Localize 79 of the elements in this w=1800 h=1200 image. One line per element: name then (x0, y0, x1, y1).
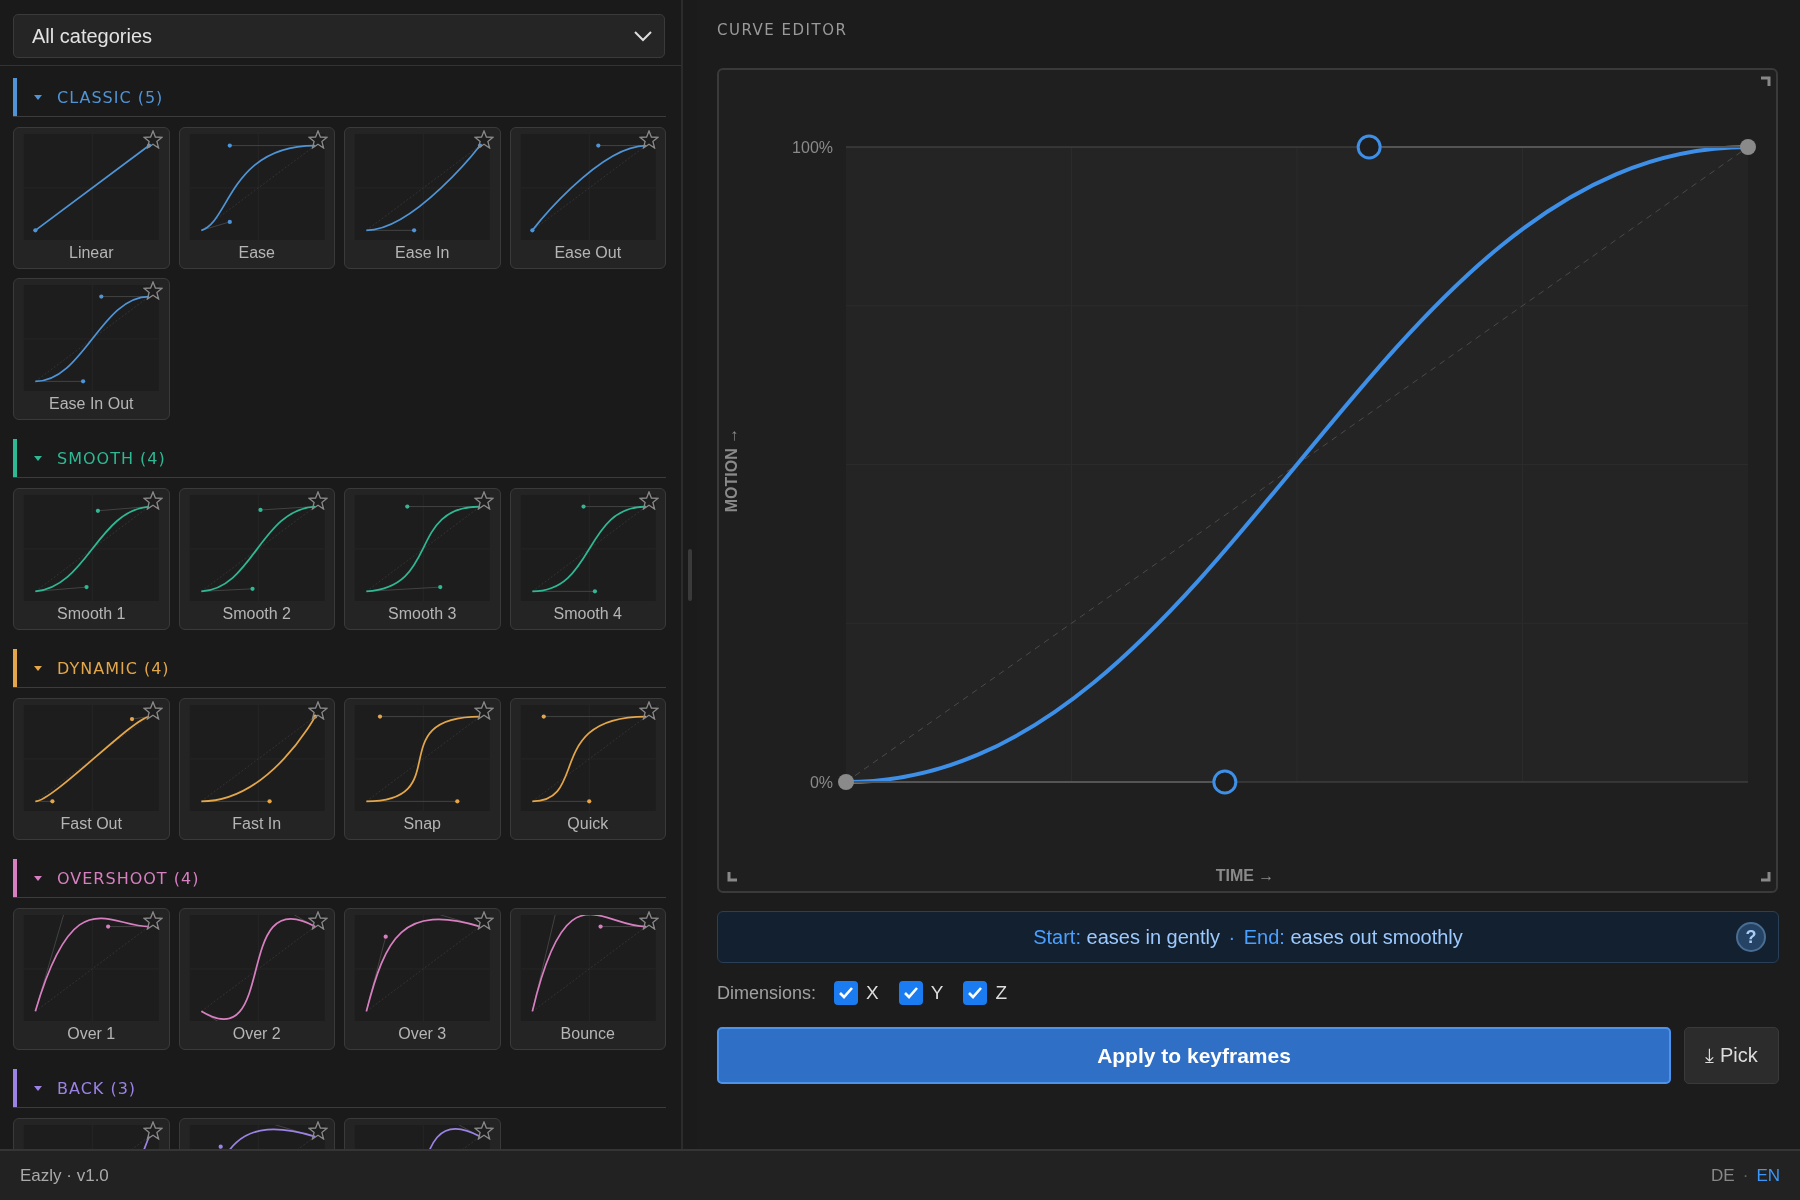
corner-mark (727, 872, 737, 882)
category-title: DYNAMIC (4) (57, 658, 170, 678)
preset-card[interactable]: Over 2 (178, 908, 335, 1050)
preset-card[interactable]: Over 1 (13, 908, 170, 1050)
star-icon[interactable] (473, 701, 494, 720)
star-icon[interactable] (473, 130, 494, 149)
star-icon[interactable] (142, 130, 163, 149)
category-header[interactable]: CLASSIC (5) (13, 78, 666, 117)
checkmark-icon (967, 986, 984, 1000)
star-icon[interactable] (308, 1121, 328, 1140)
axis-label: MOTION → (723, 427, 740, 513)
chevron-down-icon (634, 30, 652, 42)
axis-tick-label: 100% (792, 139, 833, 156)
curve-summary: Start: eases in gently · End: eases out smoothly (1033, 925, 1463, 949)
language-link[interactable]: EN (1756, 1165, 1780, 1186)
control-handle[interactable] (1356, 134, 1382, 160)
star-icon[interactable] (308, 911, 328, 930)
preset-card[interactable]: Bounce (509, 908, 666, 1050)
apply-button[interactable]: Apply to keyframes (717, 1027, 1671, 1084)
star-icon[interactable] (473, 1121, 494, 1140)
endpoint-dot (838, 774, 854, 790)
axis-tick-label: 0% (809, 774, 833, 791)
star-icon[interactable] (142, 1121, 163, 1140)
category-title: BACK (3) (57, 1078, 137, 1098)
preset-card[interactable]: Fast Out (13, 698, 170, 840)
corner-mark (1761, 872, 1771, 882)
star-icon[interactable] (639, 491, 659, 510)
star-icon[interactable] (142, 701, 163, 720)
app-version: Eazly · v1.0 (20, 1165, 109, 1186)
checkmark-icon (902, 986, 919, 1000)
star-icon[interactable] (142, 281, 163, 300)
preset-card[interactable]: Snap (344, 698, 501, 840)
pick-button[interactable]: ⤓ Pick (1684, 1027, 1779, 1084)
preset-card[interactable]: Linear (13, 127, 170, 269)
preset-card[interactable]: Fast In (178, 698, 335, 840)
checkbox-label: Y (930, 982, 944, 1004)
preset-card[interactable]: Quick (509, 698, 666, 840)
control-handle[interactable] (1212, 769, 1238, 795)
dimensions-label: Dimensions: (717, 982, 817, 1004)
category-title: OVERSHOOT (4) (57, 868, 200, 888)
endpoint-dot (1740, 139, 1756, 155)
category-header[interactable]: OVERSHOOT (4) (13, 859, 666, 898)
star-icon[interactable] (142, 911, 163, 930)
checkbox-label: X (866, 982, 879, 1004)
checkmark-icon (838, 986, 855, 1000)
category-header[interactable]: DYNAMIC (4) (13, 649, 666, 688)
preset-card[interactable]: Ease Out (509, 127, 666, 269)
preset-card[interactable]: Smooth 3 (344, 488, 501, 630)
star-icon[interactable] (308, 701, 328, 720)
preset-card[interactable]: Ease In (344, 127, 501, 269)
star-icon[interactable] (639, 130, 659, 149)
separator-dot: · (1742, 1165, 1749, 1186)
preset-card[interactable]: Smooth 4 (509, 488, 666, 630)
category-dropdown[interactable]: All categories (13, 14, 665, 58)
star-icon[interactable] (308, 130, 328, 149)
panel-title: CURVE EDITOR (717, 20, 849, 40)
preset-card[interactable]: Smooth 1 (13, 488, 170, 630)
star-icon[interactable] (308, 491, 328, 510)
category-header[interactable]: BACK (3) (13, 1069, 666, 1108)
preset-card[interactable]: Smooth 2 (178, 488, 335, 630)
help-button[interactable]: ? (1736, 922, 1766, 952)
axis-label: TIME → (1215, 867, 1275, 884)
language-link[interactable]: DE (1711, 1165, 1735, 1186)
star-icon[interactable] (473, 911, 494, 930)
preset-card[interactable]: Over 3 (344, 908, 501, 1050)
checkbox[interactable] (963, 981, 988, 1005)
category-title: CLASSIC (5) (57, 87, 164, 107)
star-icon[interactable] (639, 701, 659, 720)
checkbox[interactable] (898, 981, 923, 1005)
checkbox[interactable] (834, 981, 859, 1005)
star-icon[interactable] (142, 491, 163, 510)
star-icon[interactable] (639, 911, 659, 930)
preset-card[interactable]: Ease (178, 127, 335, 269)
category-header[interactable]: SMOOTH (4) (13, 439, 666, 478)
preset-card[interactable]: Ease In Out (13, 278, 170, 420)
category-title: SMOOTH (4) (57, 448, 166, 468)
star-icon[interactable] (473, 491, 494, 510)
checkbox-label: Z (995, 982, 1008, 1004)
corner-mark (1761, 76, 1771, 86)
